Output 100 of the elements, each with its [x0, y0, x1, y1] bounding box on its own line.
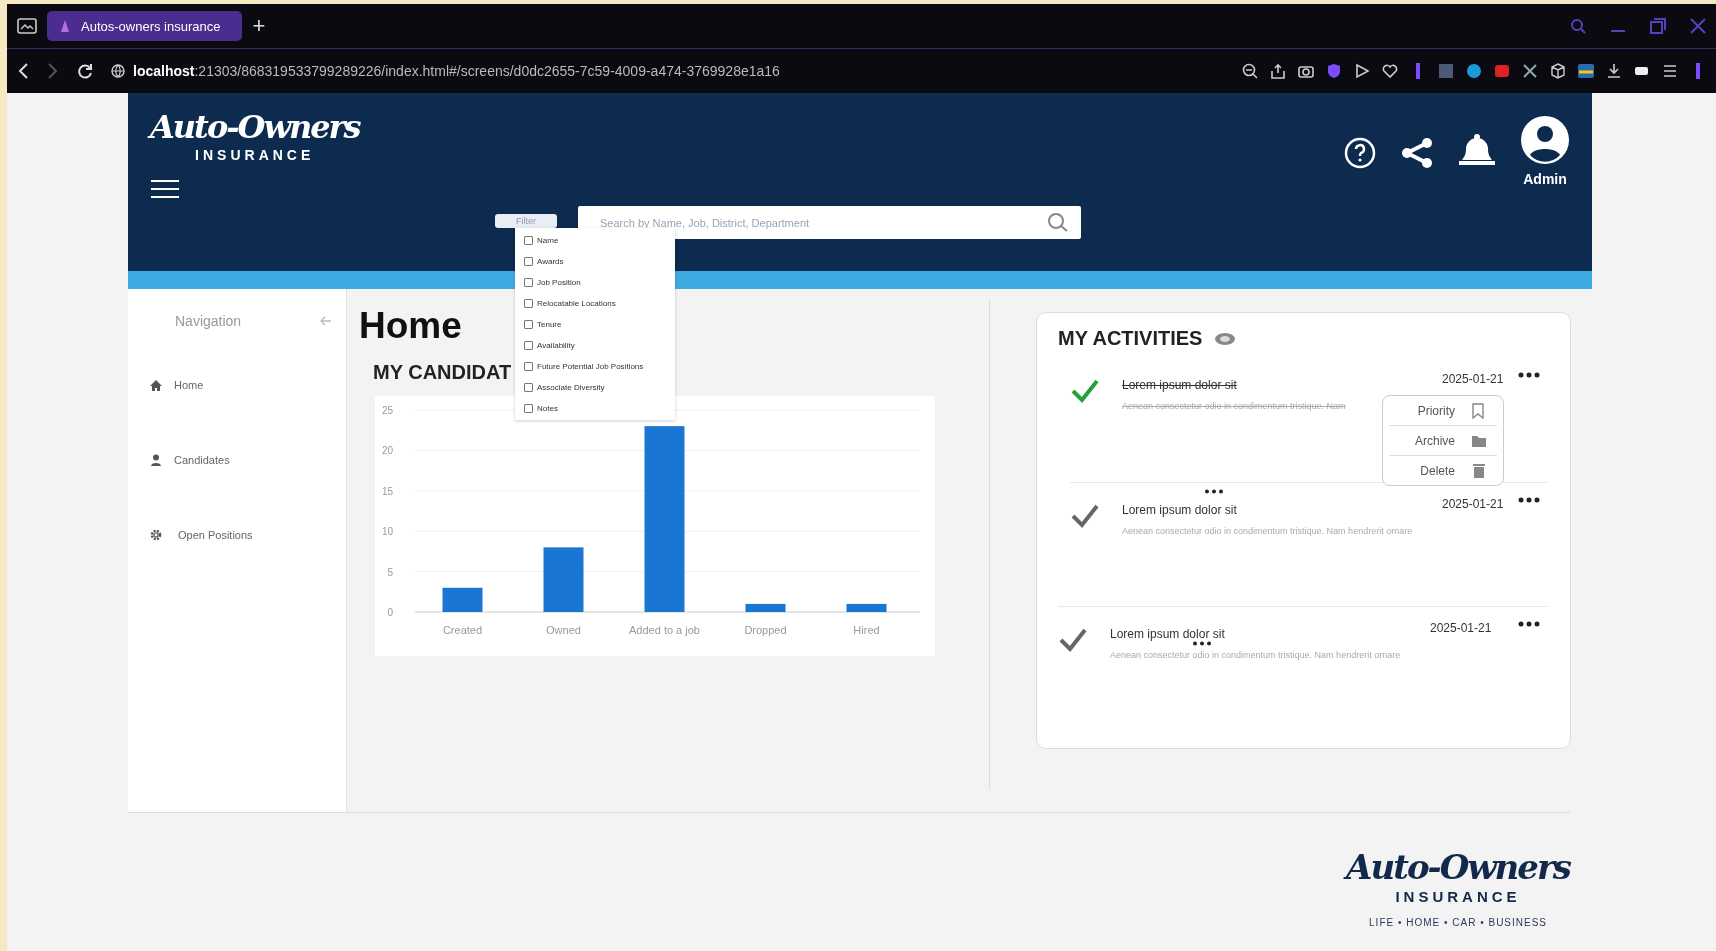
activity-date: 2025-01-21 — [1442, 497, 1504, 511]
filter-option[interactable]: Tenure — [524, 314, 675, 335]
download-icon[interactable] — [1606, 63, 1622, 79]
activity-description: Aenean consectetur odio in condimentum tristique. Nam — [1122, 401, 1347, 411]
more-icon — [1192, 641, 1212, 646]
search-icon[interactable] — [1047, 212, 1069, 232]
extension-icon[interactable] — [1494, 63, 1510, 79]
check-icon[interactable] — [1070, 503, 1100, 529]
restore-icon[interactable] — [1650, 18, 1666, 34]
bell-icon[interactable] — [1458, 133, 1496, 167]
cube-icon[interactable] — [1550, 63, 1566, 79]
more-icon[interactable] — [1518, 372, 1540, 378]
bookmark-icon — [1471, 402, 1487, 419]
section-title: MY ACTIVITIES — [1058, 327, 1203, 350]
toggle-icon[interactable] — [1214, 331, 1237, 346]
menu-icon[interactable] — [1662, 63, 1678, 79]
filter-option[interactable]: Availability — [524, 335, 675, 356]
forward-icon[interactable] — [47, 63, 59, 79]
back-icon[interactable] — [17, 63, 29, 79]
logo-tagline: LIFE • HOME • CAR • BUSINESS — [1369, 917, 1548, 928]
home-icon — [150, 378, 162, 391]
browser-tab[interactable]: Autos-owners insurance — [47, 11, 243, 41]
share-icon[interactable] — [1400, 137, 1434, 169]
menu-icon[interactable] — [150, 179, 180, 199]
more-icon[interactable] — [1518, 497, 1540, 503]
search-icon[interactable] — [1570, 18, 1586, 34]
logo-subtitle: INSURANCE — [195, 147, 315, 163]
user-name: Admin — [1523, 171, 1567, 187]
filter-option[interactable]: Future Potential Job Positions — [524, 356, 675, 377]
axis-category-label: Added to a job — [629, 624, 700, 636]
checkbox[interactable] — [524, 404, 533, 413]
person-icon — [150, 453, 162, 466]
sidebar-item[interactable]: Home — [128, 367, 346, 442]
filter-option[interactable]: Awards — [524, 251, 675, 272]
more-icon — [1204, 489, 1224, 494]
check-icon[interactable] — [1058, 627, 1088, 653]
checkbox[interactable] — [524, 320, 533, 329]
activity-date: 2025-01-21 — [1442, 372, 1504, 386]
axis-tick-label: 25 — [381, 405, 393, 416]
camera-icon[interactable] — [1298, 63, 1314, 79]
menu-item[interactable]: Delete — [1389, 455, 1497, 485]
checkbox[interactable] — [524, 362, 533, 371]
checkbox[interactable] — [524, 383, 533, 392]
play-icon[interactable] — [1354, 63, 1370, 79]
check-icon[interactable] — [1070, 378, 1100, 404]
sidebar-title: Navigation — [175, 313, 242, 329]
axis-category-label: Owned — [546, 624, 581, 636]
bar — [846, 603, 887, 612]
activity-title: Lorem ipsum dolor sit — [1122, 378, 1238, 392]
shield-icon[interactable] — [1326, 63, 1342, 79]
filter-option[interactable]: Associate Diversity — [524, 377, 675, 398]
page-title: Home — [359, 305, 462, 347]
activity-description: Aenean consectetur odio in condimentum tristique. Nam hendrerit ornare — [1122, 526, 1414, 536]
gear-icon — [150, 528, 162, 541]
activity-date: 2025-01-21 — [1430, 621, 1492, 635]
checkbox[interactable] — [524, 236, 533, 245]
tab-title: Autos-owners insurance — [81, 18, 221, 34]
checkbox[interactable] — [524, 341, 533, 350]
bar — [442, 587, 483, 612]
activity-title: Lorem ipsum dolor sit — [1110, 627, 1226, 641]
reload-icon[interactable] — [77, 63, 93, 79]
axis-tick-label: 15 — [381, 485, 393, 497]
filter-option[interactable]: Relocatable Locations — [524, 293, 675, 314]
axis-category-label: Created — [442, 624, 483, 636]
sidebar-item[interactable]: Open Positions — [128, 517, 346, 592]
colorful-extension-icon[interactable] — [1578, 63, 1594, 79]
new-tab-button[interactable]: + — [252, 13, 266, 39]
axis-tick-label: 20 — [381, 445, 393, 457]
axis-tick-label: 5 — [387, 566, 393, 578]
more-icon[interactable] — [1518, 621, 1540, 627]
axis-tick-label: 0 — [387, 607, 393, 618]
menu-item[interactable]: Priority — [1389, 396, 1497, 425]
address-bar[interactable]: localhost:21303/868319533799289226/index.html#/screens/d0dc2655-7c59-4009-a474-3769928e1a16 — [111, 63, 780, 79]
checkbox[interactable] — [524, 257, 533, 266]
filter-option[interactable]: Job Position — [524, 272, 675, 293]
avatar-icon[interactable] — [1520, 115, 1570, 165]
close-icon[interactable] — [1690, 18, 1706, 34]
logo-subtitle: INSURANCE — [1395, 888, 1521, 905]
checkbox[interactable] — [524, 278, 533, 287]
trash-icon — [1471, 462, 1487, 479]
globe-icon — [111, 64, 125, 78]
tab-favicon-icon — [59, 19, 71, 33]
sidebar-toggle-icon[interactable] — [17, 18, 37, 34]
bar — [543, 547, 584, 612]
share-icon[interactable] — [1270, 63, 1286, 79]
axis-category-label: Dropped — [744, 624, 787, 636]
checkbox[interactable] — [524, 299, 533, 308]
help-icon[interactable] — [1344, 137, 1376, 169]
axis-category-label: Hired — [853, 624, 880, 636]
zoom-out-icon[interactable] — [1242, 63, 1258, 79]
panel-icon[interactable] — [1438, 63, 1454, 79]
activity-title: Lorem ipsum dolor sit — [1122, 503, 1238, 517]
search-field[interactable]: Search by Name, Job, District, Department — [578, 206, 1081, 239]
section-title: MY CANDIDAT — [373, 361, 512, 384]
bar — [745, 603, 786, 612]
sidebar-item[interactable]: Candidates — [128, 442, 346, 517]
menu-item[interactable]: Archive — [1389, 425, 1497, 455]
filter-option[interactable]: Notes — [524, 398, 675, 419]
activity-description: Aenean consectetur odio in condimentum tristique. Nam hendrerit ornare — [1110, 650, 1402, 660]
heart-icon[interactable] — [1382, 63, 1398, 79]
